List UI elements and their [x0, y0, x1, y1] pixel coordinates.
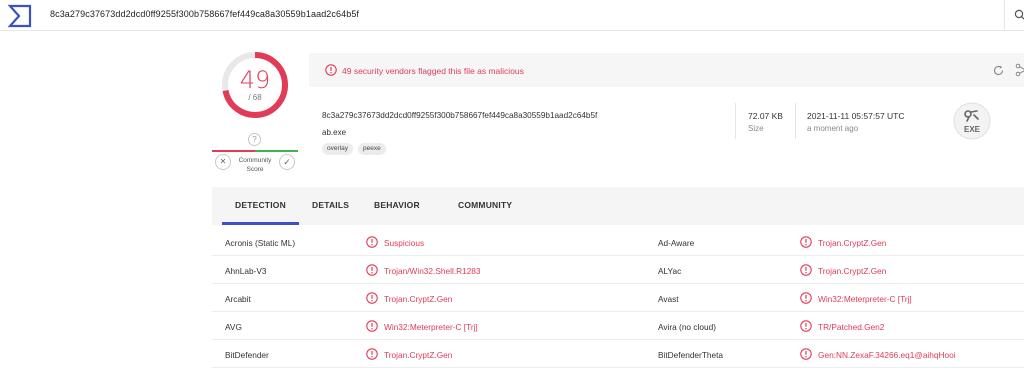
detection-row: BitDefender Trojan.CryptZ.Gen BitDefenderT… — [212, 340, 1024, 368]
detection-row: AhnLab-V3 Trojan/Win32.Shell.R1283 ALYac Tr… — [212, 256, 1024, 284]
file-hash[interactable]: 8c3a279c37673dd2dcd0ff9255f300b758667fef… — [322, 111, 597, 120]
malicious-icon — [366, 236, 378, 248]
malicious-icon — [366, 320, 378, 332]
detection-row: AVG Win32:Meterpreter-C [Trj] Avira (no cl… — [212, 312, 1024, 340]
malicious-icon — [366, 264, 378, 276]
tag-overlay[interactable]: overlay — [322, 143, 353, 155]
scan-date-value: 2021-11-11 05:57:57 UTC — [807, 111, 905, 121]
exe-icon-label: EXE — [964, 125, 981, 134]
vote-harmless-button[interactable]: ✓ — [279, 154, 295, 170]
tab-detection[interactable]: DETECTION — [235, 200, 286, 210]
divider — [795, 103, 796, 139]
malicious-icon — [800, 236, 812, 248]
detection-result: Suspicious — [384, 238, 425, 248]
tab-details[interactable]: DETAILS — [312, 200, 349, 210]
malicious-icon — [366, 348, 378, 360]
tab-behavior[interactable]: BEHAVIOR — [374, 200, 420, 210]
file-name: ab.exe — [322, 128, 347, 137]
graph-icon[interactable] — [1015, 63, 1024, 77]
community-negative-bar — [212, 150, 255, 152]
malicious-alert-banner: 49 security vendors flagged this file as… — [309, 53, 1024, 87]
detection-row: Arcabit Trojan.CryptZ.Gen Avast Win32:Meter… — [212, 284, 1024, 312]
vendor-name: Ad-Aware — [658, 238, 695, 248]
malicious-icon — [800, 292, 812, 304]
vendor-name: ALYac — [658, 266, 682, 276]
detection-result: Gen:NN.ZexaF.34266.eq1@aihqHooi — [818, 350, 956, 360]
search-divider — [1004, 0, 1005, 31]
detection-result: Win32:Meterpreter-C [Trj] — [818, 294, 912, 304]
community-score-label: Community Score — [238, 157, 272, 173]
detection-total: / 68 — [248, 93, 262, 102]
community-score-bar — [212, 150, 298, 152]
reanalyze-icon[interactable] — [992, 64, 1005, 77]
vendor-name: AVG — [225, 322, 242, 332]
detection-result: Trojan/Win32.Shell.R1283 — [384, 266, 481, 276]
tab-community[interactable]: COMMUNITY — [458, 200, 512, 210]
malicious-icon — [800, 320, 812, 332]
vendor-name: Avast — [658, 294, 679, 304]
vote-harmful-button[interactable]: ✕ — [215, 154, 231, 170]
divider — [735, 103, 736, 139]
search-icon[interactable] — [1014, 9, 1024, 21]
community-score-unknown-icon: ? — [248, 133, 261, 146]
active-tab-indicator — [222, 222, 299, 225]
vendor-name: BitDefender — [225, 350, 269, 360]
tag-peexe[interactable]: peexe — [358, 143, 386, 155]
detection-row: Acronis (Static ML) Suspicious Ad-Aware Tro… — [212, 228, 1024, 256]
vendor-name: Arcabit — [225, 294, 251, 304]
community-positive-bar — [255, 150, 298, 152]
vendor-name: BitDefenderTheta — [658, 350, 724, 360]
detection-result: Win32:Meterpreter-C [Trj] — [384, 322, 478, 332]
detection-result: Trojan.CryptZ.Gen — [818, 238, 887, 248]
virustotal-logo-icon[interactable] — [8, 4, 32, 28]
vendor-name: Acronis (Static ML) — [225, 238, 296, 248]
exe-file-type-icon: EXE — [953, 102, 991, 140]
search-input[interactable]: 8c3a279c37673dd2dcd0ff9255f300b758667fef… — [50, 9, 359, 19]
report-tabs: DETECTION DETAILS BEHAVIOR COMMUNITY — [212, 187, 1024, 225]
malicious-icon — [800, 348, 812, 360]
detection-result: Trojan.CryptZ.Gen — [818, 266, 887, 276]
malicious-icon — [366, 292, 378, 304]
malicious-icon — [800, 264, 812, 276]
alert-icon — [325, 64, 337, 76]
detection-result: TR/Patched.Gen2 — [818, 322, 885, 332]
file-size-label: Size — [748, 124, 764, 133]
scan-date-relative: a moment ago — [807, 124, 859, 133]
detection-count: 49 — [239, 66, 271, 94]
detection-result: Trojan.CryptZ.Gen — [384, 294, 453, 304]
top-search-bar: 8c3a279c37673dd2dcd0ff9255f300b758667fef… — [0, 0, 1024, 31]
alert-text: 49 security vendors flagged this file as… — [342, 66, 524, 76]
file-size-value: 72.07 KB — [748, 111, 783, 121]
detection-result: Trojan.CryptZ.Gen — [384, 350, 453, 360]
vendor-name: AhnLab-V3 — [225, 266, 267, 276]
vendor-name: Avira (no cloud) — [658, 322, 716, 332]
